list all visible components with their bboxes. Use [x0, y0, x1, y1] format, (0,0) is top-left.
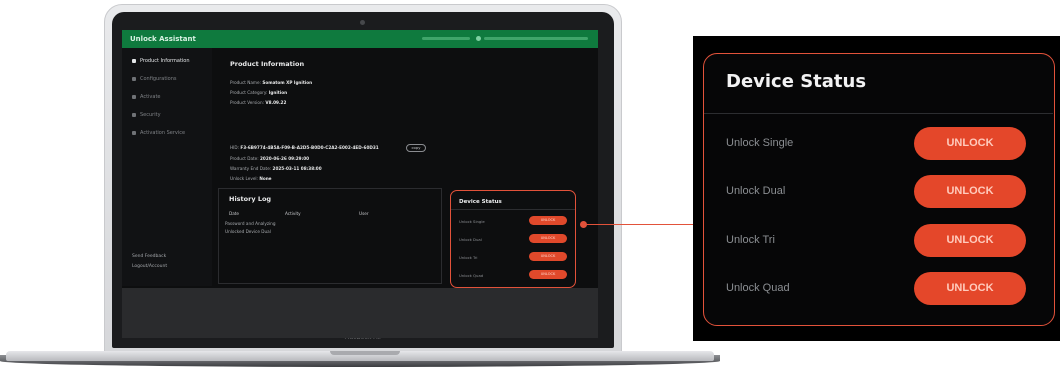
app-bottom-bar — [122, 288, 598, 338]
mini-unlock-dual-button[interactable]: UNLOCK — [529, 234, 567, 243]
mini-unlock-quad-button[interactable]: UNLOCK — [529, 270, 567, 279]
info-value: F3-6B9774-4B5A-F09-B-A2D5-B0D0-C2A2-E002… — [240, 145, 379, 150]
mini-unlock-tri-label: Unlock Tri — [459, 255, 478, 260]
mini-unlock-single-button[interactable]: UNLOCK — [529, 216, 567, 225]
mini-unlock-single-label: Unlock Single — [459, 219, 485, 224]
info-value: 2020-06-26 09:29:00 — [260, 156, 310, 161]
history-row: Password and Analyzing — [225, 221, 276, 226]
sidebar-item-label: Configurations — [140, 76, 177, 82]
unlock-quad-label: Unlock Quad — [726, 282, 790, 294]
shield-icon — [132, 112, 136, 117]
info-icon — [132, 58, 136, 63]
info-label: Warranty End Date: — [230, 166, 272, 171]
header-account-text[interactable] — [484, 37, 588, 40]
device-status-title: Device Status — [726, 71, 867, 92]
unlock-quad-button[interactable]: UNLOCK — [914, 272, 1026, 305]
divider — [451, 209, 575, 210]
info-line: Warranty End Date: 2025-03-11 08:38:00 — [230, 166, 322, 171]
history-row: Unlocked Device Dual — [225, 229, 271, 234]
info-label: Product Date: — [230, 156, 259, 161]
sidebar-item-label: Activate — [140, 94, 161, 100]
mini-unlock-tri-button[interactable]: UNLOCK — [529, 252, 567, 261]
unlock-tri-label: Unlock Tri — [726, 234, 775, 246]
callout-connector-dot — [580, 221, 587, 228]
unlock-dual-button[interactable]: UNLOCK — [914, 175, 1026, 208]
info-value: 2025-03-11 08:38:00 — [272, 166, 322, 171]
sidebar: Product Information Configurations Activ… — [122, 48, 212, 286]
laptop-screen: Unlock Assistant Product Information Con… — [122, 30, 598, 338]
history-log-title: History Log — [229, 195, 272, 203]
key-icon — [132, 94, 136, 99]
history-col-activity: Activity — [285, 211, 301, 216]
sidebar-item-product-information[interactable]: Product Information — [132, 58, 190, 64]
product-info-title: Product Information — [230, 60, 305, 68]
mini-unlock-quad-label: Unlock Quad — [459, 273, 484, 278]
device-status-panel: Device Status Unlock Single UNLOCK Unloc… — [703, 53, 1055, 326]
info-line: Product Name: Somatom XP Ignition — [230, 80, 312, 85]
sidebar-item-configurations[interactable]: Configurations — [132, 76, 177, 82]
unlock-dual-label: Unlock Dual — [726, 185, 786, 197]
copy-hid-button[interactable]: copy — [406, 144, 426, 152]
header-status-text — [422, 37, 470, 40]
sidebar-item-label: Product Information — [140, 58, 190, 64]
unlock-single-label: Unlock Single — [726, 137, 794, 149]
sidebar-item-activation-service[interactable]: Activation Service — [132, 130, 185, 136]
user-icon[interactable] — [476, 36, 481, 41]
info-value: Ignition — [268, 90, 288, 95]
sidebar-item-activate[interactable]: Activate — [132, 94, 161, 100]
app-header: Unlock Assistant — [122, 30, 598, 48]
camera-icon — [360, 20, 365, 25]
mini-unlock-dual-label: Unlock Dual — [459, 237, 482, 242]
app-title: Unlock Assistant — [130, 35, 196, 43]
sidebar-footer-feedback[interactable]: Send Feedback — [132, 254, 166, 259]
settings-icon — [132, 76, 136, 81]
divider — [704, 113, 1053, 114]
unlock-single-button[interactable]: UNLOCK — [914, 127, 1026, 160]
info-label: HID: — [230, 145, 240, 150]
sidebar-item-label: Activation Service — [140, 130, 186, 136]
info-value: V8.09.22 — [265, 100, 287, 105]
info-line: Product Version: V8.09.22 — [230, 100, 286, 105]
info-value: Somatom XP Ignition — [262, 80, 313, 85]
main-content: Product Information Product Name: Somato… — [218, 48, 594, 288]
history-col-date: Date — [229, 211, 240, 216]
info-value: None — [259, 176, 272, 181]
info-line: HID: F3-6B9774-4B5A-F09-B-A2D5-B0D0-C2A2… — [230, 145, 379, 150]
unlock-tri-button[interactable]: UNLOCK — [914, 224, 1026, 257]
mini-device-status-title: Device Status — [459, 199, 502, 205]
info-line: Product Category: Ignition — [230, 90, 287, 95]
info-line: Product Date: 2020-06-26 09:29:00 — [230, 156, 309, 161]
sidebar-footer-account[interactable]: Logout/Account — [132, 264, 167, 269]
laptop-notch — [330, 351, 400, 355]
callout-connector-line — [583, 224, 707, 225]
info-label: Product Category: — [230, 90, 268, 95]
sidebar-item-security[interactable]: Security — [132, 112, 161, 118]
sidebar-item-label: Security — [140, 112, 161, 118]
history-col-user: User — [359, 211, 369, 216]
history-log-panel: History Log Date Activity User Password … — [218, 188, 442, 284]
info-label: Unlock Level: — [230, 176, 258, 181]
info-label: Product Version: — [230, 100, 265, 105]
service-icon — [132, 130, 136, 135]
info-line: Unlock Level: None — [230, 176, 272, 181]
info-label: Product Name: — [230, 80, 261, 85]
mini-device-status-panel: Device Status Unlock Single UNLOCK Unloc… — [450, 190, 576, 288]
